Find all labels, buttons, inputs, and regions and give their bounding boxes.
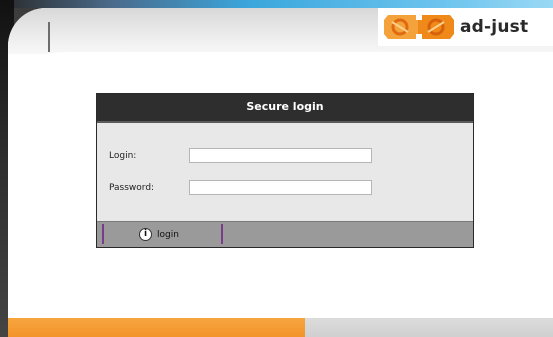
password-input[interactable] <box>189 180 372 195</box>
info-circle-icon: i <box>139 228 152 241</box>
content-bottom-curve <box>8 298 553 320</box>
footer-separator-left <box>102 224 104 244</box>
login-form: Login: Password: <box>97 123 473 219</box>
header-divider <box>48 22 50 52</box>
password-label: Password: <box>109 182 155 193</box>
logo-mark-icon <box>382 12 456 42</box>
dialog-footer: i login <box>97 221 473 247</box>
top-accent-strip <box>0 0 553 8</box>
footer-gray-bar <box>305 318 553 337</box>
dialog-title: Secure login <box>97 94 473 123</box>
brand-name: ad-just <box>460 17 529 37</box>
login-button[interactable]: i login <box>139 225 179 244</box>
login-input[interactable] <box>189 148 372 163</box>
login-row: Login: <box>109 148 372 163</box>
footer-separator-right <box>221 224 223 244</box>
brand-logo: ad-just <box>378 8 553 46</box>
login-label: Login: <box>109 150 137 161</box>
secure-login-dialog: Secure login Login: Password: i login <box>96 93 474 248</box>
login-button-label: login <box>157 229 179 240</box>
content-curve <box>8 52 553 92</box>
password-row: Password: <box>109 180 372 195</box>
footer-orange-bar <box>8 318 305 337</box>
